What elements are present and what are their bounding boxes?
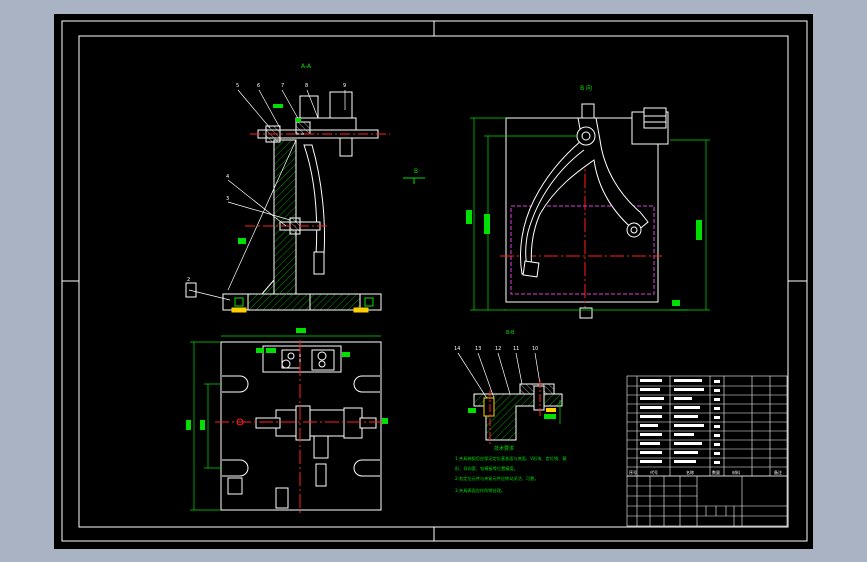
balloon-3: 3 (226, 196, 229, 202)
balloon-9: 9 (343, 83, 346, 89)
notes-line-2: 形、导向套、钻模板等位置精度。 (455, 465, 518, 472)
balloon-12: 12 (495, 346, 501, 352)
balloon-5: 5 (236, 83, 239, 89)
balloon-14: 14 (454, 346, 460, 352)
sheet-background (54, 14, 813, 549)
notes-title: 技术要求 (494, 445, 514, 452)
balloon-4: 4 (226, 174, 229, 180)
balloon-7: 7 (281, 83, 284, 89)
balloon-10: 10 (532, 346, 538, 352)
svg-text:数量: 数量 (712, 469, 720, 475)
balloon-2: 2 (187, 277, 190, 283)
notes-line-1: 1.夹具装配后应保证定位基准面与底面、V形块、定位销、菱 (455, 455, 567, 462)
section-b-title: B-B (506, 330, 515, 336)
balloon-8: 8 (305, 83, 308, 89)
svg-text:材料: 材料 (732, 469, 740, 475)
balloon-11: 11 (513, 346, 519, 352)
svg-text:序号: 序号 (629, 469, 637, 475)
svg-text:B: B (414, 168, 418, 175)
notes-line-3: 2.各定位元件与夹紧元件应转动灵活、可靠。 (455, 475, 539, 482)
balloon-13: 13 (475, 346, 481, 352)
view-b-title: B 向 (580, 84, 592, 92)
section-a-title: A-A (301, 63, 312, 70)
balloon-6: 6 (257, 83, 260, 89)
svg-text:名称: 名称 (686, 469, 694, 475)
notes-line-4: 3.夹具表面应作防锈处理。 (455, 487, 505, 494)
drawing-canvas: A-A 5 6 7 8 9 4 3 2 B B 向 B-B 14 13 12 1… (54, 14, 813, 549)
svg-text:备注: 备注 (774, 469, 782, 475)
svg-text:代号: 代号 (650, 469, 658, 475)
